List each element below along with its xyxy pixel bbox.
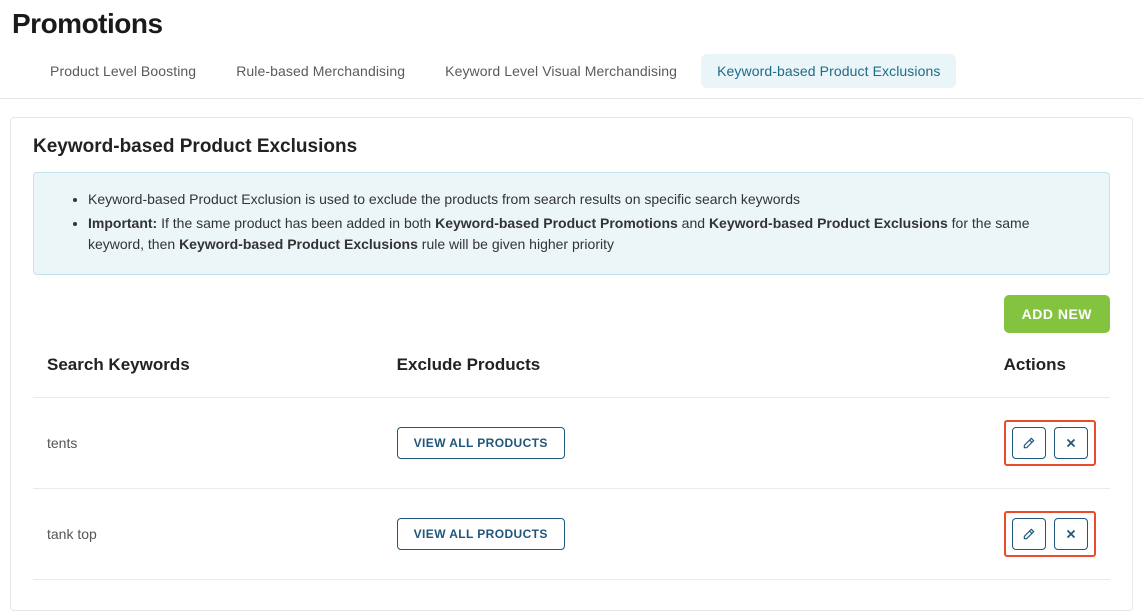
page-title: Promotions [12,8,1143,40]
cell-exclude: VIEW ALL PRODUCTS [397,518,747,550]
panel-title: Keyword-based Product Exclusions [33,136,1110,158]
th-exclude-products: Exclude Products [397,355,747,375]
info-box: Keyword-based Product Exclusion is used … [33,172,1110,275]
view-all-products-button[interactable]: VIEW ALL PRODUCTS [397,427,565,459]
info-important-label: Important: [88,215,157,231]
cell-exclude: VIEW ALL PRODUCTS [397,427,747,459]
info-line-2: Important: If the same product has been … [88,213,1087,256]
delete-button[interactable] [1054,518,1088,550]
table-header: Search Keywords Exclude Products Actions [33,345,1110,398]
exclusions-panel: Keyword-based Product Exclusions Keyword… [10,117,1133,611]
delete-button[interactable] [1054,427,1088,459]
add-new-row: ADD NEW [33,295,1110,333]
th-search-keywords: Search Keywords [47,355,397,375]
cell-actions [1004,511,1096,557]
info-line-1: Keyword-based Product Exclusion is used … [88,189,1087,211]
tab-product-level-boosting[interactable]: Product Level Boosting [34,54,212,88]
close-icon [1064,436,1078,450]
edit-button[interactable] [1012,427,1046,459]
cell-actions [1004,420,1096,466]
edit-icon [1022,527,1036,541]
cell-keyword: tank top [47,526,397,542]
cell-keyword: tents [47,435,397,451]
th-actions: Actions [1004,355,1066,375]
edit-button[interactable] [1012,518,1046,550]
tab-rule-based-merchandising[interactable]: Rule-based Merchandising [220,54,421,88]
actions-highlight [1004,511,1096,557]
tab-keyword-level-visual-merch[interactable]: Keyword Level Visual Merchandising [429,54,693,88]
tab-keyword-based-exclusions[interactable]: Keyword-based Product Exclusions [701,54,956,88]
table-row: tents VIEW ALL PRODUCTS [33,398,1110,489]
tabs-bar: Product Level Boosting Rule-based Mercha… [0,54,1143,99]
close-icon [1064,527,1078,541]
edit-icon [1022,436,1036,450]
view-all-products-button[interactable]: VIEW ALL PRODUCTS [397,518,565,550]
exclusions-table: Search Keywords Exclude Products Actions… [33,345,1110,580]
table-row: tank top VIEW ALL PRODUCTS [33,489,1110,580]
add-new-button[interactable]: ADD NEW [1004,295,1110,333]
actions-highlight [1004,420,1096,466]
